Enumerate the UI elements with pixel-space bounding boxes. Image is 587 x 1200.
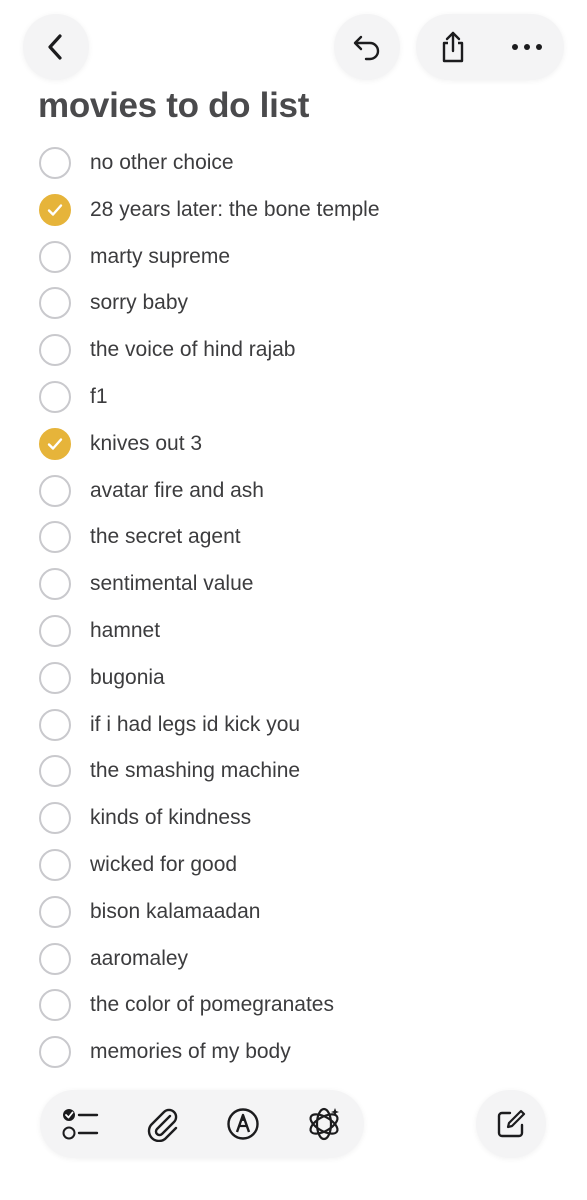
back-button[interactable]	[23, 14, 89, 80]
more-button[interactable]	[494, 14, 560, 80]
unchecked-circle-icon[interactable]	[39, 474, 71, 507]
list-item: the secret agent	[0, 514, 587, 561]
undo-icon	[352, 33, 382, 61]
paperclip-icon	[146, 1106, 178, 1142]
unchecked-circle-icon[interactable]	[39, 240, 71, 273]
compose-icon	[496, 1109, 526, 1139]
note-title[interactable]: movies to do list	[38, 86, 309, 126]
list-item-text[interactable]: avatar fire and ash	[90, 479, 264, 503]
list-item-text[interactable]: the smashing machine	[90, 759, 300, 783]
bottom-toolbar	[40, 1090, 364, 1158]
list-item-text[interactable]: f1	[90, 385, 108, 409]
list-item: f1	[0, 374, 587, 421]
list-item: if i had legs id kick you	[0, 702, 587, 749]
apple-intelligence-icon	[305, 1105, 343, 1143]
list-item-text[interactable]: no other choice	[90, 151, 234, 175]
unchecked-circle-icon[interactable]	[39, 942, 71, 975]
list-item-text[interactable]: knives out 3	[90, 432, 202, 456]
list-item: the smashing machine	[0, 748, 587, 795]
list-item: knives out 3	[0, 421, 587, 468]
list-item-text[interactable]: hamnet	[90, 619, 160, 643]
list-item: aaromaley	[0, 936, 587, 983]
list-item-text[interactable]: wicked for good	[90, 853, 237, 877]
list-item-text[interactable]: aaromaley	[90, 947, 188, 971]
list-item-text[interactable]: the secret agent	[90, 525, 241, 549]
more-icon	[511, 43, 543, 51]
attach-button[interactable]	[132, 1094, 192, 1154]
checklist-icon	[62, 1107, 100, 1141]
list-item-text[interactable]: kinds of kindness	[90, 806, 251, 830]
unchecked-circle-icon[interactable]	[39, 989, 71, 1022]
unchecked-circle-icon[interactable]	[39, 708, 71, 741]
markup-button[interactable]	[213, 1094, 273, 1154]
unchecked-circle-icon[interactable]	[39, 755, 71, 788]
list-item-text[interactable]: memories of my body	[90, 1040, 291, 1064]
list-item-text[interactable]: bison kalamaadan	[90, 900, 260, 924]
list-item: no other choice	[0, 140, 587, 187]
unchecked-circle-icon[interactable]	[39, 802, 71, 835]
unchecked-circle-icon[interactable]	[39, 895, 71, 928]
list-item: bugonia	[0, 655, 587, 702]
list-item: avatar fire and ash	[0, 468, 587, 515]
list-item: hamnet	[0, 608, 587, 655]
unchecked-circle-icon[interactable]	[39, 1036, 71, 1069]
unchecked-circle-icon[interactable]	[39, 334, 71, 367]
list-item-text[interactable]: bugonia	[90, 666, 165, 690]
unchecked-circle-icon[interactable]	[39, 568, 71, 601]
share-icon	[439, 31, 467, 63]
unchecked-circle-icon[interactable]	[39, 287, 71, 320]
list-item: bison kalamaadan	[0, 889, 587, 936]
list-item: the color of pomegranates	[0, 982, 587, 1029]
writing-tools-button[interactable]	[294, 1094, 354, 1154]
compose-button[interactable]	[476, 1090, 546, 1158]
share-button[interactable]	[420, 14, 486, 80]
checklist: no other choice 28 years later: the bone …	[0, 140, 587, 1076]
list-item-text[interactable]: sentimental value	[90, 572, 253, 596]
unchecked-circle-icon[interactable]	[39, 380, 71, 413]
list-item: sentimental value	[0, 561, 587, 608]
unchecked-circle-icon[interactable]	[39, 147, 71, 179]
unchecked-circle-icon[interactable]	[39, 614, 71, 647]
list-item: 28 years later: the bone temple	[0, 187, 587, 234]
unchecked-circle-icon[interactable]	[39, 661, 71, 694]
markup-icon	[226, 1107, 260, 1141]
list-item-text[interactable]: if i had legs id kick you	[90, 713, 300, 737]
list-item-text[interactable]: sorry baby	[90, 291, 188, 315]
list-item-text[interactable]: marty supreme	[90, 245, 230, 269]
list-item: sorry baby	[0, 280, 587, 327]
list-item-text[interactable]: the color of pomegranates	[90, 993, 334, 1017]
chevron-left-icon	[45, 33, 67, 61]
list-item: wicked for good	[0, 842, 587, 889]
list-item: marty supreme	[0, 234, 587, 281]
list-item-text[interactable]: 28 years later: the bone temple	[90, 198, 380, 222]
checked-circle-icon[interactable]	[39, 427, 71, 460]
checked-circle-icon[interactable]	[39, 193, 71, 226]
list-item-text[interactable]: the voice of hind rajab	[90, 338, 295, 362]
list-item: the voice of hind rajab	[0, 327, 587, 374]
header-actions	[416, 14, 564, 80]
list-item: kinds of kindness	[0, 795, 587, 842]
undo-button[interactable]	[334, 14, 400, 80]
unchecked-circle-icon[interactable]	[39, 521, 71, 554]
unchecked-circle-icon[interactable]	[39, 848, 71, 881]
list-item: memories of my body	[0, 1029, 587, 1076]
checklist-button[interactable]	[51, 1094, 111, 1154]
